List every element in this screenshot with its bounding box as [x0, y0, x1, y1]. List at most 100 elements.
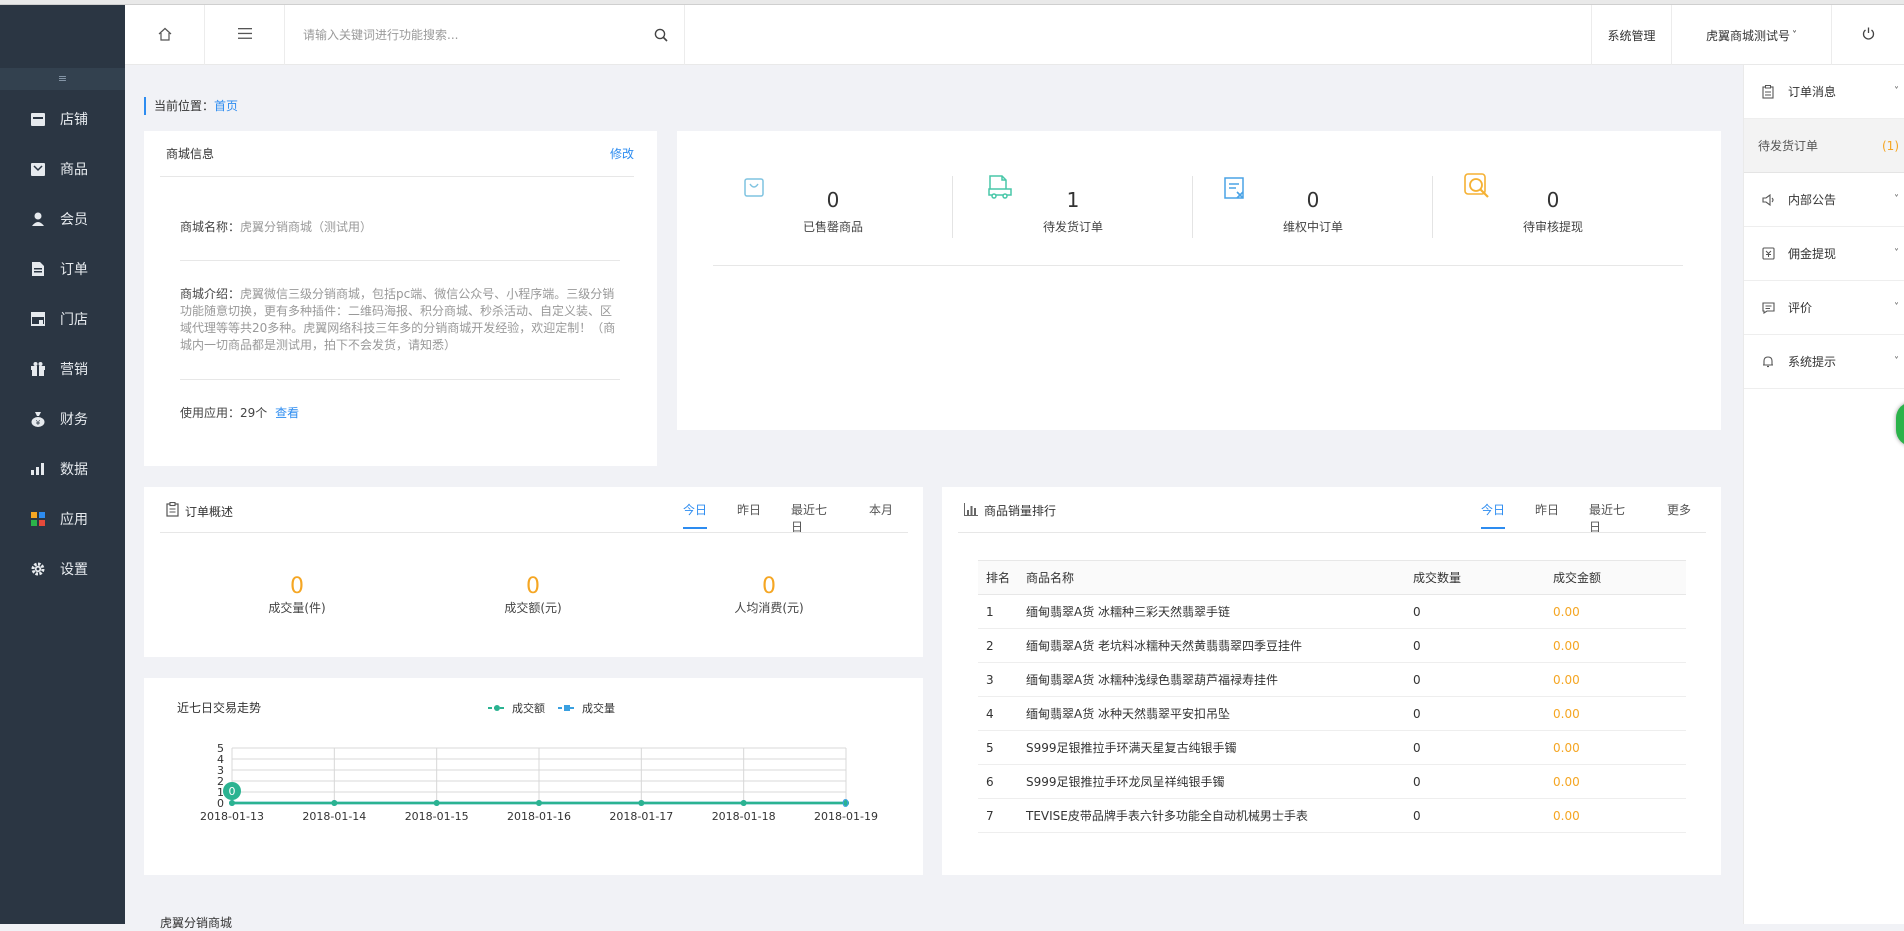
qty-cell: 0 — [1405, 764, 1545, 799]
reviews-toggle[interactable]: 评价 ˅ — [1744, 281, 1904, 335]
table-row[interactable]: 3 缅甸翡翠A货 冰糯种浅绿色翡翠葫芦福禄寿挂件 0 0.00 — [978, 662, 1686, 697]
sidebar-item-marketing[interactable]: 营销 — [0, 349, 125, 389]
tab-yesterday[interactable]: 昨日 — [737, 501, 761, 529]
y-tick-label: 5 — [217, 742, 224, 755]
rank-cell: 7 — [978, 798, 1018, 833]
divider — [713, 265, 1683, 266]
sales-ranking-card: 商品销量排行 今日 昨日 最近七日 更多 排名 商品名称 成交数量 成交金额 1… — [942, 487, 1721, 875]
member-icon — [30, 211, 46, 227]
stat-to-ship[interactable]: 1 待发货订单 — [953, 175, 1193, 246]
shop-apps-count: 29个 — [240, 406, 268, 420]
sidebar-item-label: 会员 — [60, 212, 88, 228]
chevron-down-icon: ˅ — [1894, 248, 1899, 259]
table-row[interactable]: 1 缅甸翡翠A货 冰糯种三彩天然翡翠手链 0 0.00 — [978, 594, 1686, 629]
shop-info-card: 商城信息 修改 商城名称：虎翼分销商城（测试用） 商城介绍：虎翼微信三级分销商城… — [144, 131, 657, 466]
home-button[interactable] — [125, 5, 205, 65]
sidebar-item-member[interactable]: 会员 — [0, 199, 125, 239]
home-icon — [158, 27, 172, 44]
column-header: 成交数量 — [1405, 560, 1545, 595]
search-icon[interactable] — [654, 28, 668, 45]
account-dropdown[interactable]: 虎翼商城测试号 ˅ — [1671, 5, 1831, 65]
qty-cell: 0 — [1405, 662, 1545, 697]
menu-toggle-button[interactable] — [205, 5, 285, 65]
ranking-tabs: 今日 昨日 最近七日 更多 — [1481, 501, 1721, 534]
sidebar-item-data[interactable]: 数据 — [0, 449, 125, 489]
sidebar-item-store[interactable]: 店铺 — [0, 99, 125, 139]
search-bar — [285, 5, 685, 65]
tab-this-month[interactable]: 本月 — [869, 501, 893, 529]
data-point-label: 0 — [229, 785, 236, 798]
table-row[interactable]: 5 S999足银推拉手环满天星复古纯银手镯 0 0.00 — [978, 730, 1686, 765]
system-tips-toggle[interactable]: 系统提示 ˅ — [1744, 335, 1904, 389]
commission-withdraw-label: 佣金提现 — [1788, 247, 1837, 261]
tab-last-seven-days[interactable]: 最近七日 — [791, 501, 839, 534]
rank-cell: 4 — [978, 696, 1018, 731]
money-bag-icon: ¥ — [30, 411, 46, 427]
stats-card: 0 已售罄商品 1 待发货订单 0 维权中订单 0 待审核提现 — [677, 131, 1721, 430]
order-overview-title: 订单概述 — [185, 504, 234, 519]
tab-yesterday[interactable]: 昨日 — [1535, 501, 1559, 529]
gear-icon — [30, 561, 46, 577]
ranking-title: 商品销量排行 — [984, 504, 1057, 518]
sidebar-collapse-button[interactable]: ≡ — [0, 68, 125, 90]
tab-last-seven-days[interactable]: 最近七日 — [1589, 501, 1637, 534]
sidebar-item-label: 订单 — [60, 262, 88, 278]
x-tick-label: 2018-01-13 — [200, 810, 264, 823]
breadcrumb-home-link[interactable]: 首页 — [214, 99, 238, 113]
view-apps-link[interactable]: 查看 — [275, 406, 299, 420]
product-name-cell: 缅甸翡翠A货 冰种天然翡翠平安扣吊坠 — [1018, 696, 1405, 731]
sidebar-item-settings[interactable]: 设置 — [0, 549, 125, 589]
amount-cell: 0.00 — [1545, 628, 1686, 663]
footer-section-title: 虎翼分销商城 — [160, 916, 233, 930]
sidebar-item-label: 应用 — [60, 512, 88, 528]
announcements-toggle[interactable]: 内部公告 ˅ — [1744, 173, 1904, 227]
edit-shop-link[interactable]: 修改 — [610, 145, 634, 162]
rank-cell: 3 — [978, 662, 1018, 697]
sidebar-item-apps[interactable]: 应用 — [0, 499, 125, 539]
stat-withdraw-audit[interactable]: 0 待审核提现 — [1433, 173, 1673, 246]
tab-more[interactable]: 更多 — [1667, 501, 1691, 529]
table-row[interactable]: 4 缅甸翡翠A货 冰种天然翡翠平安扣吊坠 0 0.00 — [978, 696, 1686, 731]
menu-collapse-icon[interactable]: ≡ — [58, 72, 67, 85]
clipboard-icon — [1762, 84, 1776, 99]
data-point — [229, 800, 235, 806]
stat-label: 待发货订单 — [1042, 220, 1103, 234]
metric-value: 0 — [290, 574, 304, 599]
pending-shipment-item[interactable]: 待发货订单 (1) — [1744, 119, 1904, 173]
sidebar-item-shop[interactable]: 门店 — [0, 299, 125, 339]
table-row[interactable]: 2 缅甸翡翠A货 老坑料冰糯种天然黄翡翡翠四季豆挂件 0 0.00 — [978, 628, 1686, 663]
qty-cell: 0 — [1405, 730, 1545, 765]
sidebar-item-label: 门店 — [60, 312, 88, 328]
sidebar-item-finance[interactable]: ¥ 财务 — [0, 399, 125, 439]
sidebar-item-product[interactable]: 商品 — [0, 149, 125, 189]
logout-button[interactable] — [1831, 5, 1904, 65]
tab-today[interactable]: 今日 — [1481, 501, 1505, 529]
sidebar-item-order[interactable]: 订单 — [0, 249, 125, 289]
stat-sold-out[interactable]: 0 已售罄商品 — [713, 176, 953, 246]
store-icon — [30, 111, 46, 127]
search-input[interactable] — [303, 28, 643, 42]
system-manage-label: 系统管理 — [1607, 28, 1656, 43]
stat-refunding[interactable]: 0 维权中订单 — [1193, 176, 1433, 246]
tab-today[interactable]: 今日 — [683, 501, 707, 529]
amount-cell: 0.00 — [1545, 696, 1686, 731]
table-row[interactable]: 7 TEVISE皮带品牌手表六针多功能全自动机械男士手表 0 0.00 — [978, 798, 1686, 833]
order-messages-toggle[interactable]: 订单消息 ˅ — [1744, 65, 1904, 119]
amount-cell: 0.00 — [1545, 662, 1686, 697]
system-manage-link[interactable]: 系统管理 — [1591, 5, 1671, 65]
column-header: 商品名称 — [1018, 560, 1405, 595]
table-header-row: 排名 商品名称 成交数量 成交金额 — [978, 560, 1686, 595]
x-tick-label: 2018-01-16 — [507, 810, 571, 823]
bar-chart-icon — [30, 461, 46, 477]
data-point — [433, 800, 440, 806]
rank-cell: 5 — [978, 730, 1018, 765]
product-name-cell: TEVISE皮带品牌手表六针多功能全自动机械男士手表 — [1018, 798, 1405, 833]
product-name-cell: 缅甸翡翠A货 冰糯种三彩天然翡翠手链 — [1018, 594, 1405, 629]
stat-label: 待审核提现 — [1522, 220, 1583, 234]
rank-cell: 2 — [978, 628, 1018, 663]
wallet-icon — [1762, 247, 1776, 260]
table-row[interactable]: 6 S999足银推拉手环龙凤呈祥纯银手镯 0 0.00 — [978, 764, 1686, 799]
commission-withdraw-toggle[interactable]: 佣金提现 ˅ — [1744, 227, 1904, 281]
order-icon — [30, 261, 46, 277]
legend-marker — [494, 705, 500, 711]
